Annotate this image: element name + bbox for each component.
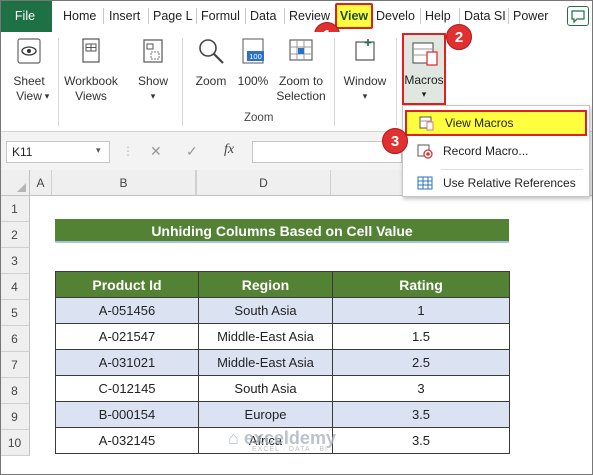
table-header-row: Product Id Region Rating	[55, 271, 510, 298]
row-header-2[interactable]: 2	[0, 222, 30, 248]
table-row: A-031021 Middle-East Asia 2.5	[55, 349, 510, 376]
row-header-10[interactable]: 10	[0, 430, 30, 456]
zoom-group-label: Zoom	[244, 112, 274, 124]
cell-region[interactable]: Middle-East Asia	[198, 323, 333, 350]
col-header-d[interactable]: D	[197, 170, 331, 196]
magnifier-icon	[199, 39, 224, 64]
macros-icon	[412, 42, 438, 66]
name-box[interactable]: K11	[6, 141, 110, 163]
cell-region[interactable]: South Asia	[198, 375, 333, 402]
workbook-views-button[interactable]: Workbook Views	[62, 36, 120, 104]
window-button[interactable]: Window ▾	[340, 36, 390, 104]
fx-icon[interactable]: fx	[224, 142, 234, 158]
zoom-to-selection-button[interactable]: Zoom to Selection	[272, 36, 330, 104]
relative-references-icon	[417, 176, 433, 190]
enter-icon[interactable]: ✓	[186, 143, 198, 160]
tab-formulas[interactable]: Formul	[201, 0, 245, 32]
workbook-icon	[82, 38, 100, 63]
header-region[interactable]: Region	[198, 271, 333, 298]
cell-product-id[interactable]: A-031021	[55, 349, 199, 376]
table-row: B-000154 Europe 3.5	[55, 401, 510, 428]
ribbon-tab-bar: File Home Insert Page L Formul Data Revi…	[0, 0, 593, 32]
zoom-100-icon: 100	[242, 38, 264, 64]
menu-item-view-macros[interactable]: View Macros	[405, 110, 587, 136]
dots-icon: ⋮	[122, 144, 134, 158]
name-box-dropdown-icon[interactable]: ▾	[96, 145, 101, 156]
zoom-selection-icon	[289, 39, 313, 61]
table-row: C-012145 South Asia 3	[55, 375, 510, 402]
table-row: A-021547 Middle-East Asia 1.5	[55, 323, 510, 350]
header-rating[interactable]: Rating	[332, 271, 510, 298]
cancel-icon[interactable]: ✕	[150, 143, 162, 160]
tab-data[interactable]: Data	[250, 0, 284, 32]
cell-product-id[interactable]: A-021547	[55, 323, 199, 350]
select-all-corner[interactable]	[0, 170, 30, 196]
tab-view[interactable]: View	[335, 3, 373, 29]
formula-buttons: ✕ ✓ fx	[140, 141, 252, 163]
cell-rating[interactable]: 1.5	[332, 323, 510, 350]
cell-region[interactable]: Europe	[198, 401, 333, 428]
row-header-5[interactable]: 5	[0, 300, 30, 326]
show-icon	[143, 39, 163, 63]
show-button[interactable]: Show ▾	[130, 36, 176, 104]
macros-button[interactable]: Macros ▾	[402, 33, 446, 105]
row-header-6[interactable]: 6	[0, 326, 30, 352]
product-table: Product Id Region Rating A-051456 South …	[55, 271, 510, 454]
menu-item-use-relative-references[interactable]: Use Relative References	[405, 170, 587, 196]
macros-dropdown-menu: View Macros Record Macro... Use Relative…	[402, 105, 590, 197]
row-header-7[interactable]: 7	[0, 352, 30, 378]
svg-text:100: 100	[249, 52, 262, 61]
cell-rating[interactable]: 3.5	[332, 401, 510, 428]
watermark-house-icon: ⌂	[228, 428, 239, 448]
cell-rating[interactable]: 3	[332, 375, 510, 402]
col-header-b[interactable]: B	[52, 170, 196, 196]
record-macro-icon	[417, 144, 433, 159]
view-macros-icon	[419, 116, 434, 131]
row-header-4[interactable]: 4	[0, 274, 30, 300]
window-icon	[355, 39, 375, 61]
comment-icon[interactable]	[567, 6, 589, 26]
spreadsheet-grid: A B D 1 2 3 4 5 6 7 8 9 10 Unhiding Colu…	[0, 170, 593, 475]
tab-power[interactable]: Power	[513, 0, 557, 32]
row-header-9[interactable]: 9	[0, 404, 30, 430]
cell-product-id[interactable]: B-000154	[55, 401, 199, 428]
col-header-a[interactable]: A	[30, 170, 52, 196]
cell-product-id[interactable]: C-012145	[55, 375, 199, 402]
tab-insert[interactable]: Insert	[109, 0, 149, 32]
watermark-logo: ⌂ exceldemy EXCEL · DATA · BI	[228, 428, 336, 453]
eye-icon	[17, 38, 41, 64]
cell-product-id[interactable]: A-032145	[55, 427, 199, 454]
header-product-id[interactable]: Product Id	[55, 271, 199, 298]
cell-rating[interactable]: 1	[332, 297, 510, 324]
formula-input[interactable]	[252, 141, 402, 163]
row-header-3[interactable]: 3	[0, 248, 30, 274]
step-badge-2: 2	[446, 24, 472, 50]
tab-developer[interactable]: Develo	[376, 0, 420, 32]
table-row: A-051456 South Asia 1	[55, 297, 510, 324]
row-header-8[interactable]: 8	[0, 378, 30, 404]
row-header-1[interactable]: 1	[0, 196, 30, 222]
tab-page-layout[interactable]: Page L	[153, 0, 197, 32]
step-badge-3: 3	[382, 128, 408, 154]
menu-item-record-macro[interactable]: Record Macro...	[405, 138, 587, 164]
cell-product-id[interactable]: A-051456	[55, 297, 199, 324]
cell-rating[interactable]: 2.5	[332, 349, 510, 376]
tab-data-slicer[interactable]: Data SI	[464, 0, 508, 32]
cell-region[interactable]: Middle-East Asia	[198, 349, 333, 376]
cell-rating[interactable]: 3.5	[332, 427, 510, 454]
sheet-view-button[interactable]: Sheet View ▾	[6, 36, 52, 104]
tab-file[interactable]: File	[0, 0, 50, 32]
sheet-title: Unhiding Columns Based on Cell Value	[55, 219, 509, 243]
zoom-100-button[interactable]: 100 100%	[236, 36, 270, 89]
tab-home[interactable]: Home	[63, 0, 103, 32]
zoom-button[interactable]: Zoom	[188, 36, 234, 89]
cell-region[interactable]: South Asia	[198, 297, 333, 324]
